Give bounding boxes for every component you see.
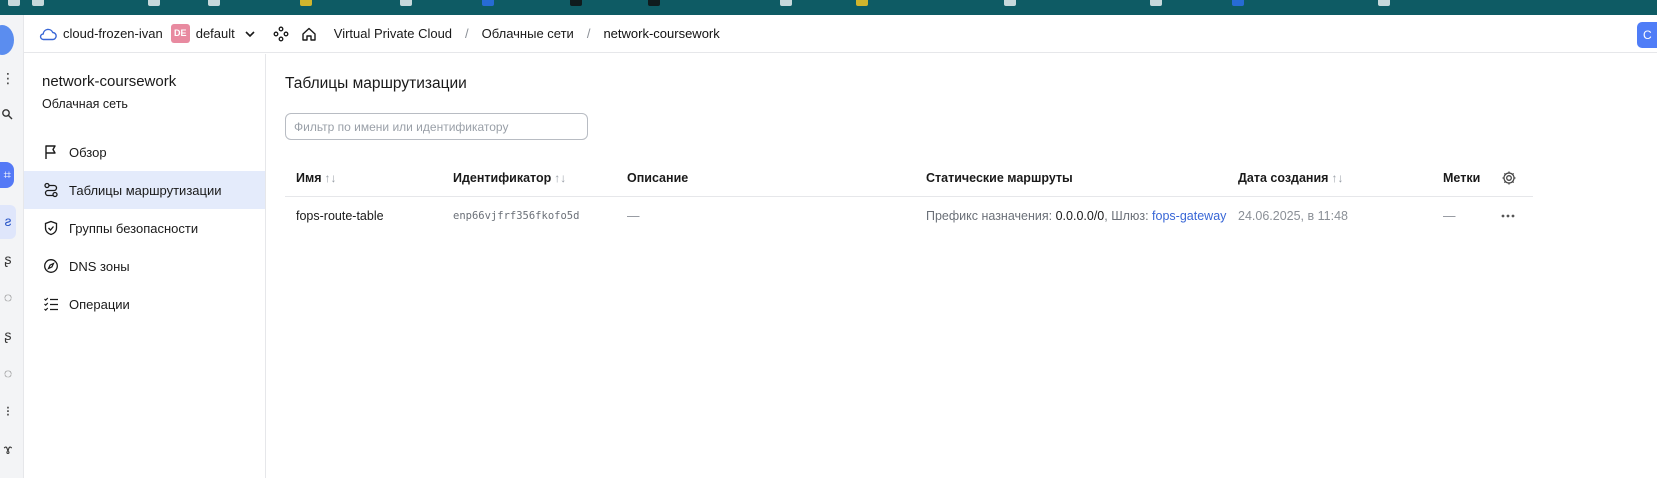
main-content: Таблицы маршрутизации Имя↑↓ Идентификато…	[266, 54, 1657, 478]
tab-icon[interactable]	[32, 0, 44, 6]
branch-icon[interactable]: ⁝	[0, 403, 16, 419]
folder-name[interactable]: default	[196, 26, 235, 41]
route-table-created: 24.06.2025, в 11:48	[1238, 209, 1348, 223]
shield-icon	[44, 220, 58, 236]
breadcrumb-separator: /	[465, 26, 469, 41]
home-icon[interactable]	[301, 26, 317, 42]
tab-icon[interactable]	[148, 0, 160, 6]
route-prefix-label: Префикс назначения:	[926, 209, 1053, 223]
page-title: Таблицы маршрутизации	[285, 75, 467, 92]
vpc-service-icon[interactable]: ⌗	[0, 162, 14, 188]
sidebar-item-label: Группы безопасности	[69, 220, 199, 236]
sort-icon[interactable]: ↑↓	[554, 171, 566, 185]
route-gateway-label: Шлюз:	[1111, 209, 1149, 223]
column-label: Идентификатор	[453, 171, 552, 185]
tab-icon[interactable]	[400, 0, 412, 6]
nodes-icon[interactable]: ʂ	[0, 251, 16, 267]
sidebar-item-label: DNS зоны	[69, 258, 130, 274]
route-comma: ,	[1104, 209, 1108, 223]
tab-icon[interactable]	[856, 0, 868, 6]
column-header-labels: Метки	[1443, 160, 1480, 197]
column-header-static-routes: Статические маршруты	[926, 160, 1073, 197]
nodes-icon[interactable]: ʂ	[0, 327, 16, 343]
column-label: Описание	[627, 171, 689, 185]
network-subtitle: Облачная сеть	[42, 97, 128, 111]
breadcrumb-separator: /	[586, 26, 591, 41]
create-button[interactable]: С	[1637, 22, 1657, 48]
more-vertical-icon[interactable]: ⋮	[0, 70, 16, 86]
route-icon[interactable]: ƨ	[0, 213, 16, 229]
service-rail: ⋮ ⌗ ƨ ʂ ◌ ʂ ◌ ⁝ ɤ	[0, 15, 24, 478]
column-label: Имя	[296, 171, 322, 185]
cloud-logo-icon[interactable]	[0, 25, 14, 55]
tab-icon[interactable]	[570, 0, 582, 6]
cloud-selector[interactable]: cloud-frozen-ivan	[39, 26, 163, 41]
flag-icon	[45, 145, 56, 159]
breadcrumb-vpc[interactable]: Virtual Private Cloud	[334, 26, 452, 41]
sidebar-item-route-tables[interactable]: Таблицы маршрутизации	[24, 171, 265, 209]
tab-icon[interactable]	[1378, 0, 1390, 6]
tab-icon[interactable]	[300, 0, 312, 6]
breadcrumb-networks[interactable]: Облачные сети	[482, 26, 574, 41]
tab-icon[interactable]	[648, 0, 660, 6]
column-header-created[interactable]: Дата создания ↑↓	[1238, 160, 1343, 197]
route-table-id: enp66vjfrf356fkofo5d	[453, 210, 580, 222]
nodes-icon[interactable]	[273, 26, 289, 42]
column-label: Дата создания	[1238, 171, 1329, 185]
cloud-name: cloud-frozen-ivan	[63, 26, 163, 41]
sidebar-item-label: Операции	[69, 296, 130, 312]
network-title: network-coursework	[42, 73, 177, 90]
route-table-description: —	[627, 209, 640, 223]
sidebar-item-label: Таблицы маршрутизации	[69, 182, 222, 198]
route-table-name[interactable]: fops-route-table	[296, 197, 384, 235]
gear-icon[interactable]	[1501, 170, 1517, 186]
sort-icon[interactable]: ↑↓	[1331, 171, 1343, 185]
sidebar-item-overview[interactable]: Обзор	[24, 133, 265, 171]
top-header: cloud-frozen-ivan DE default Virtual Pri…	[24, 15, 1657, 53]
sort-icon[interactable]: ↑↓	[325, 171, 337, 185]
filter-input[interactable]	[285, 113, 588, 140]
shield-icon[interactable]: ◌	[0, 289, 16, 305]
column-header-description: Описание	[627, 160, 688, 197]
column-label: Статические маршруты	[926, 171, 1073, 185]
sidebar-item-security-groups[interactable]: Группы безопасности	[24, 209, 265, 247]
tab-icon[interactable]	[482, 0, 494, 6]
list-check-icon	[44, 297, 58, 312]
folder-badge: DE	[170, 24, 190, 43]
browser-tab-strip	[0, 0, 1657, 15]
tab-icon[interactable]	[1232, 0, 1244, 6]
search-icon[interactable]	[0, 108, 16, 124]
column-header-name[interactable]: Имя ↑↓	[296, 160, 337, 197]
tab-icon[interactable]	[1150, 0, 1162, 6]
sidebar-item-label: Обзор	[69, 144, 107, 160]
breadcrumb-current: network-coursework	[603, 26, 720, 41]
table-row[interactable]: fops-route-table enp66vjfrf356fkofo5d — …	[285, 197, 1533, 235]
compass-icon	[44, 259, 58, 273]
column-header-id[interactable]: Идентификатор ↑↓	[453, 160, 566, 197]
route-prefix-value: 0.0.0.0/0	[1055, 209, 1105, 223]
tab-icon[interactable]	[1004, 0, 1016, 6]
more-actions-icon[interactable]	[1500, 208, 1516, 224]
tab-icon[interactable]	[8, 0, 20, 6]
route-table-labels: —	[1443, 209, 1456, 223]
tab-icon[interactable]	[208, 0, 220, 6]
shield-icon[interactable]: ◌	[0, 365, 16, 381]
route-icon	[44, 182, 58, 198]
sidebar-item-dns-zones[interactable]: DNS зоны	[24, 247, 265, 285]
column-label: Метки	[1443, 171, 1481, 185]
share-icon[interactable]: ɤ	[0, 441, 16, 457]
network-sidebar: network-coursework Облачная сеть Обзор Т…	[24, 54, 266, 478]
sidebar-item-operations[interactable]: Операции	[24, 285, 265, 323]
route-table-static-routes: Префикс назначения: 0.0.0.0/0, Шлюз: fop…	[926, 197, 1226, 235]
chevron-down-icon[interactable]	[243, 27, 257, 41]
route-gateway-link[interactable]: fops-gateway	[1152, 209, 1226, 223]
table-header: Имя ↑↓ Идентификатор ↑↓ Описание Статическ…	[285, 160, 1533, 197]
cloud-icon	[39, 28, 57, 40]
tab-icon[interactable]	[780, 0, 792, 6]
